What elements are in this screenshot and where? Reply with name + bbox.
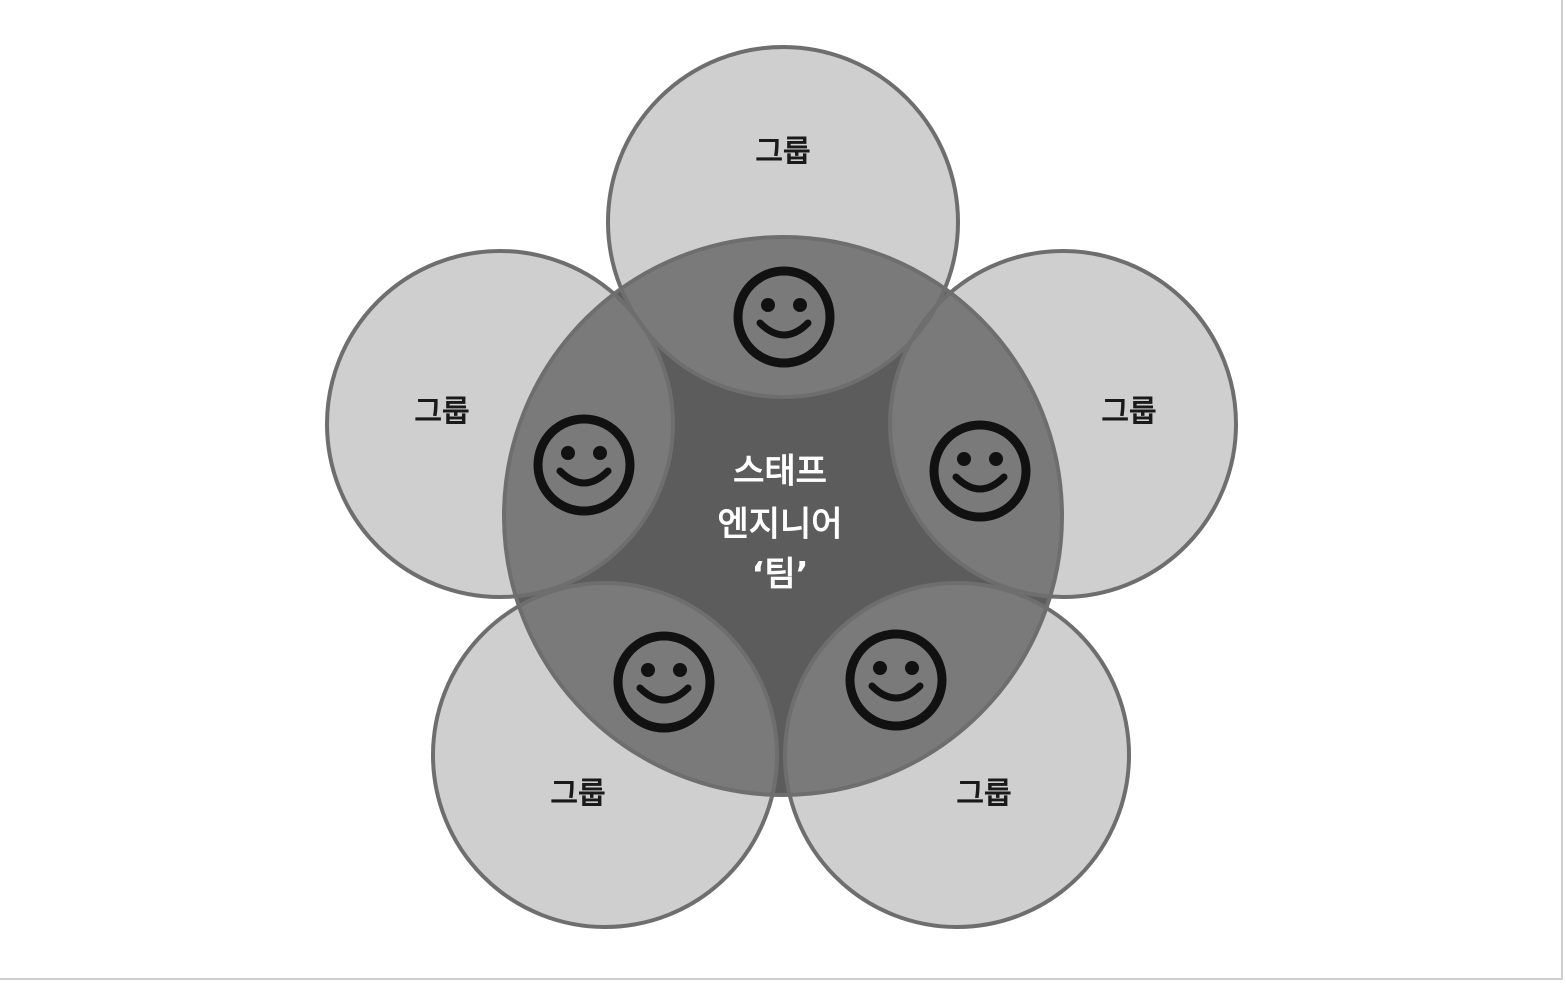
group-label-right: 그룹	[1101, 395, 1156, 430]
group-label-top: 그룹	[755, 135, 810, 170]
team-label-line-3: ‘팀’	[751, 555, 808, 595]
group-label-bottom-right: 그룹	[956, 777, 1011, 812]
group-label-left: 그룹	[414, 395, 469, 430]
group-label-bottom-left: 그룹	[550, 777, 605, 812]
team-label-line-2: 엔지니어	[717, 505, 842, 545]
team-groups-diagram: 그룹 그룹 그룹 그룹 그룹 스태프 엔지니어 ‘팀’	[325, 45, 1238, 929]
team-label-line-1: 스태프	[733, 452, 827, 492]
